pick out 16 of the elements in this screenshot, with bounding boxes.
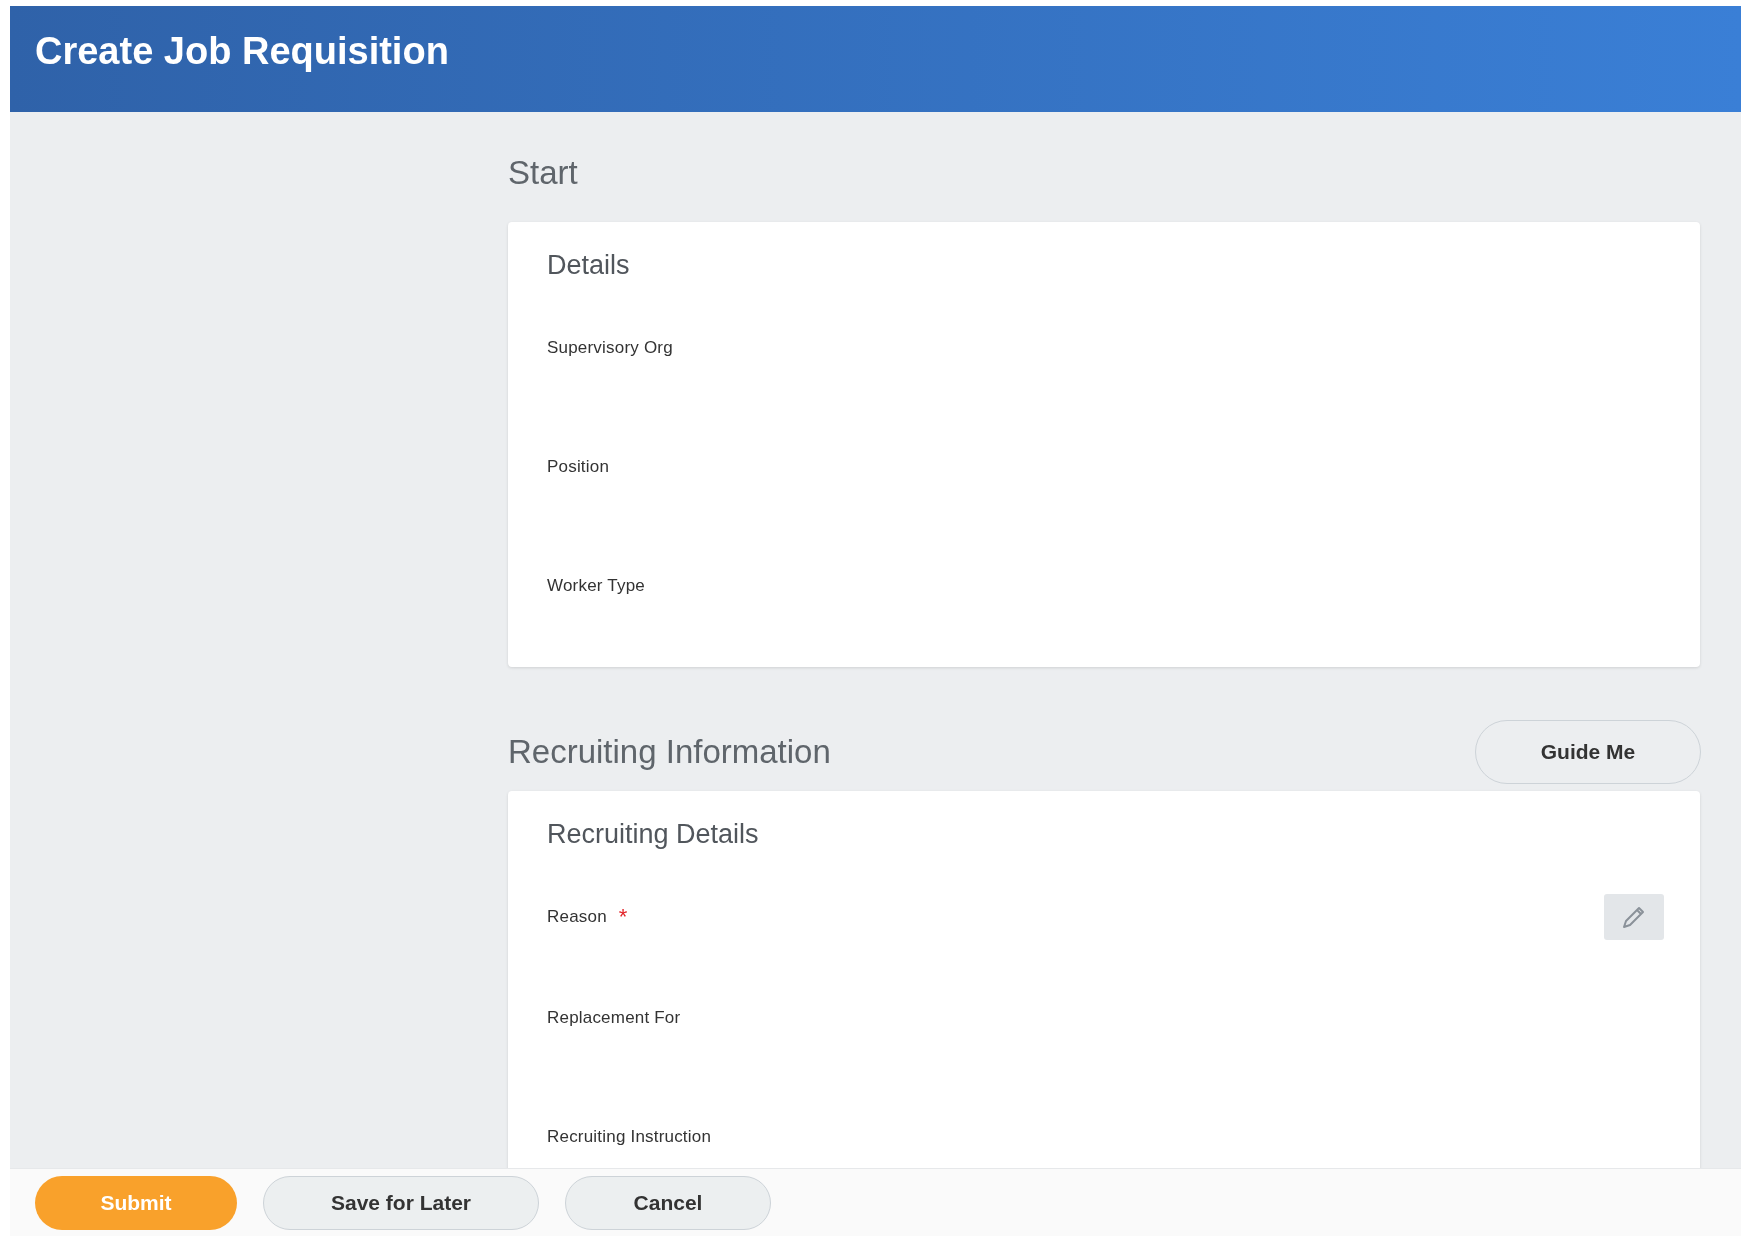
field-label: Reason bbox=[547, 907, 607, 927]
edit-button[interactable] bbox=[1604, 894, 1664, 940]
required-mark: * bbox=[618, 907, 628, 927]
field-label: Worker Type bbox=[547, 576, 645, 596]
field-label: Replacement For bbox=[547, 1008, 681, 1028]
card-title: Recruiting Details bbox=[547, 818, 760, 851]
field-label: Recruiting Instruction bbox=[547, 1127, 712, 1147]
footer-button[interactable]: Save for Later bbox=[263, 1175, 539, 1230]
guide-me-button[interactable]: Guide Me bbox=[1475, 720, 1701, 784]
card-title: Details bbox=[547, 249, 631, 282]
page-title: Create Job Requisition bbox=[35, 29, 449, 73]
footer-button[interactable]: Cancel bbox=[565, 1175, 771, 1230]
field-label: Supervisory Org bbox=[547, 338, 673, 358]
section-heading: Recruiting Information bbox=[508, 732, 831, 772]
field-label: Position bbox=[547, 457, 610, 477]
section-heading: Start bbox=[508, 153, 578, 193]
